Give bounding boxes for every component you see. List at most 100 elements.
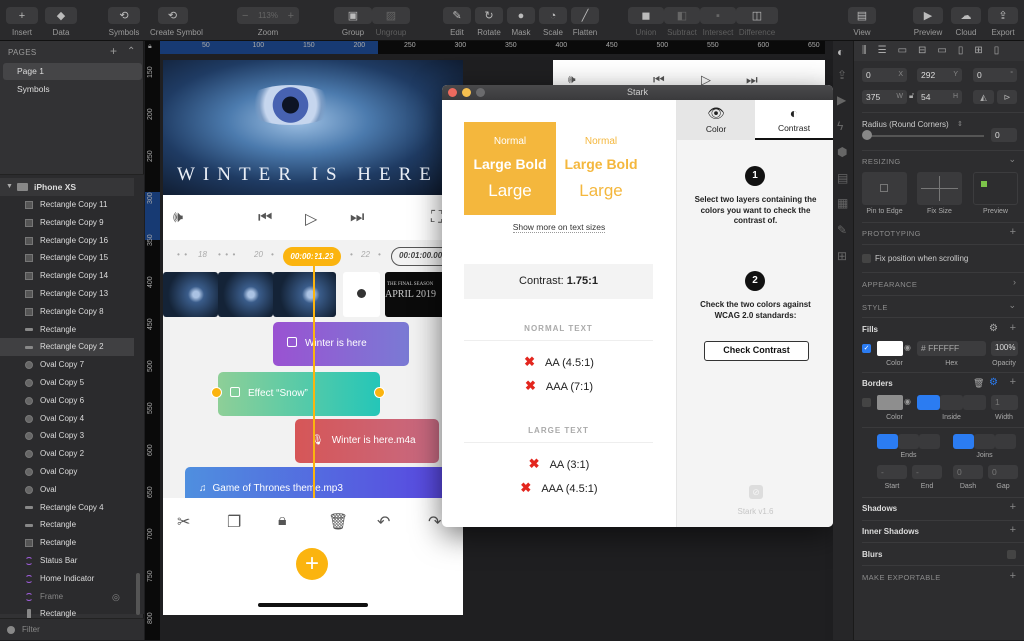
- ruler-lock-icon[interactable]: 🔒︎: [148, 43, 152, 51]
- layer-item[interactable]: Rectangle Copy 2: [0, 338, 134, 357]
- distribute-vertical-icon[interactable]: ☰: [878, 45, 887, 57]
- trash-icon[interactable]: 🗑︎: [973, 378, 984, 389]
- share-icon[interactable]: ⇪: [837, 68, 847, 82]
- gap-field[interactable]: 0: [988, 465, 1018, 479]
- page-item-page-1[interactable]: Page 1: [3, 63, 142, 80]
- layer-artboard[interactable]: ▼ iPhone XS: [0, 178, 134, 196]
- gear-icon[interactable]: ⚙: [989, 323, 998, 334]
- chevron-down-icon[interactable]: ⌄: [1008, 300, 1016, 311]
- layer-item[interactable]: Oval Copy 7: [0, 356, 134, 374]
- fix-size-control[interactable]: [917, 172, 962, 205]
- y-field[interactable]: 292 Y: [917, 68, 962, 82]
- preview-button[interactable]: ▶ Preview: [913, 7, 943, 37]
- layer-item[interactable]: Rectangle: [0, 534, 134, 552]
- image-add-icon[interactable]: ⊞: [837, 249, 847, 263]
- add-fill-icon[interactable]: +: [1010, 322, 1016, 334]
- grid-icon[interactable]: ▦: [837, 196, 848, 210]
- fullscreen-icon[interactable]: ⛶: [431, 209, 442, 227]
- fill-color-swatch[interactable]: [877, 341, 903, 356]
- tab-color[interactable]: 👁︎ Color: [677, 100, 755, 140]
- zoom-in-icon[interactable]: +: [288, 10, 294, 22]
- x-field[interactable]: 0X: [862, 68, 907, 82]
- align-middle-icon[interactable]: ⊞: [974, 45, 982, 57]
- collapse-pages-icon[interactable]: ⌃: [127, 46, 135, 57]
- radius-field[interactable]: 0: [991, 128, 1017, 142]
- tab-contrast[interactable]: ◐ Contrast: [755, 100, 833, 140]
- ungroup-button[interactable]: ▨ Ungroup: [372, 7, 410, 37]
- chevron-down-icon[interactable]: ⌄: [1008, 154, 1016, 165]
- group-button[interactable]: ▣ Group: [334, 7, 372, 37]
- layer-item[interactable]: Oval: [0, 481, 134, 499]
- play-icon[interactable]: ▷: [305, 209, 317, 229]
- add-prototyping-icon[interactable]: +: [1010, 226, 1016, 238]
- radius-slider-thumb[interactable]: [862, 130, 872, 140]
- trim-handle-left[interactable]: [211, 387, 222, 398]
- layers-scrollbar[interactable]: [136, 573, 140, 615]
- stark-plugin-icon[interactable]: ◐: [837, 45, 844, 59]
- color-variant-icon[interactable]: ◉: [904, 397, 911, 406]
- flatten-button[interactable]: ╱ Flatten: [571, 7, 599, 37]
- border-enabled-checkbox[interactable]: [862, 398, 871, 407]
- trim-handle-right[interactable]: [374, 387, 385, 398]
- film-thumbnail[interactable]: [163, 272, 218, 317]
- film-thumbnail[interactable]: [218, 272, 273, 317]
- background-artboard[interactable]: 🕪︎ ⏮︎ ▷ ⏭︎: [553, 60, 825, 87]
- edit-icon[interactable]: ✎: [837, 223, 847, 237]
- border-position-center[interactable]: [917, 395, 940, 410]
- redo-icon[interactable]: ↷: [428, 512, 441, 532]
- insert-button[interactable]: + Insert: [6, 7, 38, 37]
- color-variant-icon[interactable]: ◉: [904, 343, 911, 352]
- chevron-right-icon[interactable]: ›: [1013, 277, 1016, 287]
- join-round-button[interactable]: [974, 434, 995, 449]
- flip-vertical-button[interactable]: ⊳: [997, 90, 1017, 104]
- ruler-vertical[interactable]: 150 200 250 300 350 400 450 500 550 600 650 700 750 8…: [145, 54, 160, 640]
- layer-item[interactable]: Oval Copy 6: [0, 392, 134, 410]
- layer-item[interactable]: Rectangle: [0, 321, 134, 339]
- dash-field[interactable]: 0: [953, 465, 983, 479]
- check-contrast-button[interactable]: Check Contrast: [704, 341, 809, 361]
- lightning-icon[interactable]: ϟ: [837, 119, 843, 133]
- end-arrow-select[interactable]: -: [912, 465, 942, 479]
- radius-stepper-icon[interactable]: ⇕: [957, 120, 963, 128]
- layer-item[interactable]: Status Bar: [0, 552, 134, 570]
- data-button[interactable]: ◆ Data: [45, 7, 77, 37]
- add-border-icon[interactable]: +: [1010, 376, 1016, 388]
- layer-item[interactable]: Oval Copy 4: [0, 410, 134, 428]
- layer-item[interactable]: Rectangle Copy 11: [0, 196, 134, 214]
- layer-item[interactable]: Home Indicator: [0, 570, 134, 588]
- hexagon-icon[interactable]: ⬢: [837, 145, 847, 159]
- symbols-button[interactable]: ⟲ Symbols: [108, 7, 140, 37]
- show-more-link[interactable]: Show more on text sizes: [442, 222, 676, 233]
- ruler-horizontal[interactable]: 🔒︎ 50 100 150 200 250 300 350 400 450 500 550 600 65…: [145, 41, 971, 54]
- add-page-icon[interactable]: +: [110, 44, 117, 58]
- lock-ratio-icon[interactable]: 🔓︎: [909, 91, 914, 101]
- pin-to-edge-control[interactable]: [862, 172, 907, 205]
- stark-titlebar[interactable]: Stark: [442, 85, 833, 100]
- end-butt-button[interactable]: [877, 434, 898, 449]
- trash-icon[interactable]: 🗑︎: [328, 512, 348, 532]
- align-center-icon[interactable]: ⊟: [918, 45, 926, 57]
- width-field[interactable]: 375 W: [862, 90, 907, 104]
- add-export-icon[interactable]: +: [1010, 570, 1016, 582]
- view-button[interactable]: ▤ View: [848, 7, 876, 37]
- page-item-symbols[interactable]: Symbols: [3, 81, 142, 98]
- intersect-button[interactable]: ▪ Intersect: [700, 7, 736, 37]
- layer-item[interactable]: Rectangle Copy 8: [0, 303, 134, 321]
- difference-button[interactable]: ◫ Difference: [736, 7, 778, 37]
- blurs-checkbox[interactable]: [1007, 550, 1016, 559]
- flip-horizontal-button[interactable]: ◭: [973, 90, 994, 104]
- layer-item[interactable]: Oval Copy 3: [0, 427, 134, 445]
- play-icon[interactable]: ▶: [837, 93, 846, 107]
- fix-position-checkbox[interactable]: [862, 254, 871, 263]
- add-button[interactable]: +: [296, 548, 328, 580]
- layer-item[interactable]: Rectangle Copy 13: [0, 285, 134, 303]
- scale-button[interactable]: ◔ Scale: [539, 7, 567, 37]
- disclosure-triangle-icon[interactable]: ▼: [6, 178, 13, 196]
- create-symbol-button[interactable]: ⟲ Create Symbol: [150, 7, 203, 37]
- filter-input[interactable]: Filter: [0, 618, 144, 640]
- layer-item[interactable]: Rectangle Copy 14: [0, 267, 134, 285]
- layer-item[interactable]: Oval Copy 5: [0, 374, 134, 392]
- layer-item[interactable]: Frame ◎: [0, 588, 134, 606]
- duplicate-icon[interactable]: ❐: [227, 512, 241, 532]
- film-thumbnail[interactable]: [273, 272, 336, 317]
